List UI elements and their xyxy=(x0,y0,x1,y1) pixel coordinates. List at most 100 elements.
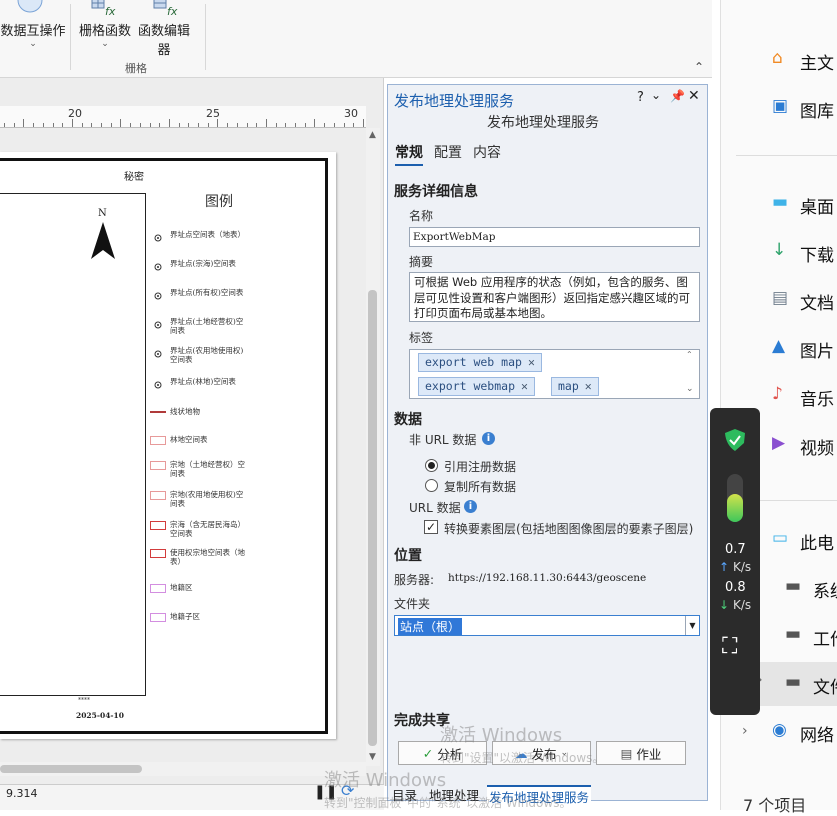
legend-label: 界址点(林地)空间表 xyxy=(170,377,236,386)
jobs-button[interactable]: ▤ 作业 xyxy=(596,741,686,765)
legend-label: 宗海（含无居民海岛）空间表 xyxy=(170,520,245,538)
info-icon[interactable]: i xyxy=(482,432,495,445)
explorer-item-label[interactable]: 网络 xyxy=(800,721,834,746)
radio-copy-all[interactable] xyxy=(425,479,438,492)
legend-label: 界址点(农用地使用权)空间表 xyxy=(170,346,244,364)
legend-label: 地籍区 xyxy=(170,583,193,592)
scroll-down-icon[interactable]: ⌄ xyxy=(686,384,694,394)
legend-label: 线状地物 xyxy=(170,407,200,416)
explorer-item-label[interactable]: 图库 xyxy=(800,97,834,122)
legend-symbol xyxy=(150,461,166,470)
chevron-right-icon[interactable]: › xyxy=(742,723,748,739)
chevron-down-icon: ⌄ xyxy=(29,39,37,49)
url-data-label: URL 数据 xyxy=(409,501,461,515)
tag-chip[interactable]: export web map ✕ xyxy=(418,353,542,372)
legend-symbol xyxy=(150,521,166,530)
layout-header: 秘密 xyxy=(124,172,144,183)
explorer-item-label[interactable]: 图片 xyxy=(800,337,834,362)
close-icon[interactable]: ✕ xyxy=(528,355,535,369)
name-input[interactable]: ExportWebMap xyxy=(409,227,700,247)
convert-feature-layers-label: 转换要素图层(包括地图图像图层的要素子图层) xyxy=(444,522,694,536)
ruler-tick xyxy=(236,123,238,127)
ruler-tick xyxy=(333,123,335,127)
legend-symbol xyxy=(154,347,162,362)
scale-readout: 9.314 xyxy=(6,787,38,800)
tag-chip[interactable]: map ✕ xyxy=(551,377,599,396)
explorer-item-label[interactable]: 工作 xyxy=(813,625,837,650)
ruler-tick xyxy=(217,119,219,127)
legend-symbol xyxy=(154,378,162,393)
help-icon[interactable]: ? xyxy=(637,90,644,105)
server-label: 服务器: xyxy=(394,573,435,587)
pin-icon[interactable]: 📌 xyxy=(670,89,685,103)
activation-watermark-title: 激活 Windows xyxy=(324,770,447,791)
explorer-item-label[interactable]: 下载 xyxy=(800,241,834,266)
raster-functions-label: 栅格函数 xyxy=(78,24,131,39)
ruler-tick xyxy=(139,123,141,127)
arrow-down-icon: ↓ xyxy=(719,598,730,612)
download-speed: 0.8 xyxy=(725,580,746,595)
explorer-item-label[interactable]: 系统 xyxy=(813,577,837,602)
crop-icon[interactable]: ⛶ xyxy=(722,634,737,659)
function-editor-button[interactable]: fx 函数编辑器 xyxy=(132,0,196,58)
ruler-label: 30 xyxy=(344,107,358,120)
explorer-item-label[interactable]: 桌面 xyxy=(800,193,834,218)
ruler-tick xyxy=(314,119,316,127)
upload-speed: 0.7 xyxy=(725,542,746,557)
ruler-tick xyxy=(275,123,277,127)
collapse-ribbon-icon[interactable]: ⌃ xyxy=(694,60,704,74)
download-unit: K/s xyxy=(733,598,752,612)
scroll-up-icon[interactable]: ▲ xyxy=(369,130,376,140)
info-icon[interactable]: i xyxy=(464,500,477,513)
raster-functions-button[interactable]: fx 栅格函数 ⌄ xyxy=(76,0,134,49)
ruler-tick xyxy=(362,119,364,127)
data-interop-button[interactable]: 数据互操作 ⌄ xyxy=(0,0,66,49)
ruler-tick xyxy=(227,123,229,127)
vertical-scroll-thumb[interactable] xyxy=(368,290,377,746)
ruler-tick xyxy=(71,119,73,127)
data-interop-label: 数据互操作 xyxy=(0,24,66,39)
close-icon[interactable]: ✕ xyxy=(585,379,592,393)
chevron-down-icon[interactable]: ⌄ xyxy=(651,88,661,102)
scroll-down-icon[interactable]: ▼ xyxy=(369,752,376,762)
explorer-item-label[interactable]: 此电 xyxy=(800,529,834,554)
folder-value: 站点（根） xyxy=(398,618,463,635)
activation-watermark-text: 转到"控制面板"中的"系统"以激活 Windows。 xyxy=(324,796,572,810)
radio-reference-registered[interactable] xyxy=(425,459,438,472)
ruler-tick xyxy=(285,123,287,127)
explorer-item-label[interactable]: 文档 xyxy=(800,289,834,314)
arrow-up-icon: ↑ xyxy=(719,560,730,574)
tag-chip[interactable]: export webmap ✕ xyxy=(418,377,535,396)
legend-symbol xyxy=(150,411,166,413)
close-icon[interactable]: ✕ xyxy=(521,379,528,393)
folder-icon: ▲ xyxy=(772,336,786,356)
summary-textarea[interactable]: 可根据 Web 应用程序的状态（例如，包含的服务、图层可见性设置和客户端图形）返… xyxy=(409,272,700,322)
explorer-item-label[interactable]: 音乐 xyxy=(800,385,834,410)
folder-select[interactable]: 站点（根） ▼ xyxy=(394,615,700,636)
explorer-item-label[interactable]: 主文 xyxy=(800,49,834,74)
checkmark-icon: ✓ xyxy=(422,745,434,761)
tab-configuration[interactable]: 配置 xyxy=(434,142,462,162)
scroll-up-icon[interactable]: ⌃ xyxy=(686,350,693,359)
legend-label: 地籍子区 xyxy=(170,612,200,621)
tags-label: 标签 xyxy=(409,331,434,345)
map-frame[interactable] xyxy=(0,193,146,696)
close-icon[interactable]: ✕ xyxy=(688,88,700,104)
folder-icon: ▭ xyxy=(772,528,789,548)
tab-general[interactable]: 常规 xyxy=(395,142,423,166)
function-editor-label: 函数编辑器 xyxy=(137,24,190,58)
convert-feature-layers-checkbox[interactable]: ✓ xyxy=(424,520,438,534)
legend-symbol xyxy=(150,549,166,558)
tab-content[interactable]: 内容 xyxy=(473,142,501,162)
pane-title: 发布地理处理服务 xyxy=(394,92,515,110)
explorer-item-label[interactable]: 文件 xyxy=(813,673,837,698)
explorer-item-label[interactable]: 视频 xyxy=(800,434,834,459)
horizontal-scroll-thumb[interactable] xyxy=(0,765,142,773)
svg-text:fx: fx xyxy=(167,5,178,18)
ruler-tick xyxy=(159,123,161,127)
function-editor-icon: fx xyxy=(132,0,196,20)
tag-label: export web map xyxy=(425,355,522,369)
horizontal-ruler: 20 25 30 xyxy=(0,106,366,128)
ruler-tick xyxy=(81,123,83,127)
chevron-down-icon[interactable]: ▼ xyxy=(685,616,699,635)
